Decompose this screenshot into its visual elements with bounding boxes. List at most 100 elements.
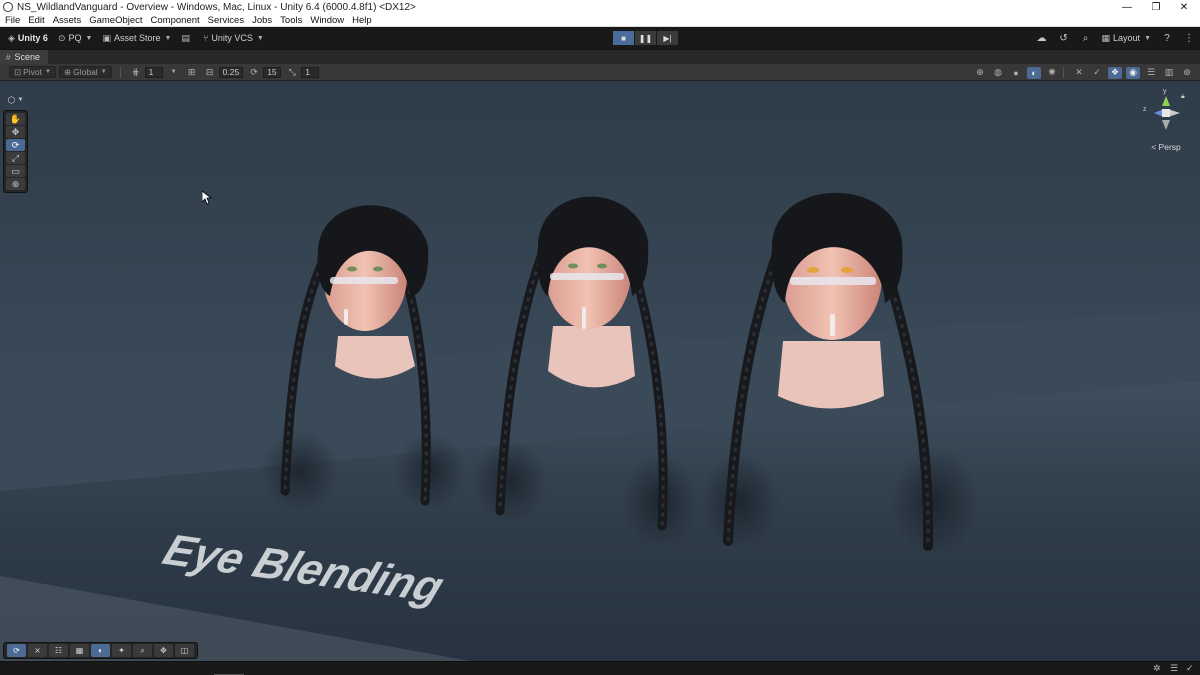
chevron-down-icon[interactable]: ▼ — [167, 66, 181, 78]
navmesh-icon[interactable]: ▦ — [70, 644, 89, 657]
menu-bar: File Edit Assets GameObject Component Se… — [0, 14, 1200, 27]
rotation-snap-field[interactable]: 15 — [263, 66, 282, 78]
orientation-icon[interactable]: ⊕ — [973, 67, 987, 79]
particle-icon[interactable]: ✦ — [112, 644, 131, 657]
hair-shadow — [472, 439, 548, 523]
status-bar: ✲ ☰ ✓ — [0, 661, 1200, 675]
visibility-icon[interactable]: ◉ — [1126, 66, 1140, 79]
move-tool-icon[interactable]: ✥ — [6, 126, 25, 138]
shaded-icon[interactable]: ● — [1009, 67, 1023, 79]
layout-dropdown[interactable]: ▦ Layout ▼ — [1097, 30, 1156, 46]
scale-snap-icon[interactable]: ⤡ — [285, 66, 299, 78]
step-button[interactable]: ▶| — [657, 31, 678, 45]
package-icon: ▤ — [181, 32, 190, 43]
rotate-tool-icon[interactable]: ⟳ — [6, 139, 25, 151]
refresh-icon[interactable]: ⟳ — [7, 644, 26, 657]
help-icon[interactable]: ? — [1156, 33, 1178, 44]
camera-settings-icon[interactable]: ▥ — [1162, 67, 1176, 79]
scale-tool-icon[interactable]: ⤢ — [6, 152, 25, 164]
chevron-down-icon: ▼ — [45, 69, 51, 75]
global-label: Global — [73, 67, 98, 77]
lighting-toggle-icon[interactable]: ✓ — [1090, 67, 1104, 79]
account-button[interactable]: ◈ Unity 6 — [3, 30, 53, 46]
minimize-button[interactable]: — — [1111, 0, 1143, 14]
unity-logo-icon — [3, 2, 13, 12]
scene-toolbar: ⊡ Pivot ▼ ⊕ Global ▼ ⋕ 1 ▼ ⊞ ⊟ 0.25 ⟳ 15… — [0, 64, 1200, 81]
cube-icon: ⬡ — [7, 94, 16, 105]
gizmo-z-label: z — [1143, 106, 1147, 113]
check-icon[interactable]: ✓ — [1186, 663, 1194, 674]
chevron-down-icon: ▼ — [17, 97, 24, 103]
scene-tab-bar: # Scene — [0, 49, 1200, 65]
increment-snap-icon[interactable]: ⊟ — [203, 66, 217, 78]
menu-jobs[interactable]: Jobs — [248, 15, 276, 26]
move-icon[interactable]: ✥ — [154, 644, 173, 657]
menu-help[interactable]: Help — [348, 15, 376, 26]
vcs-label: Unity VCS — [211, 33, 253, 43]
rotation-snap-icon[interactable]: ⟳ — [247, 66, 261, 78]
increment-snap-field[interactable]: 0.25 — [218, 66, 244, 78]
main-toolbar: ◈ Unity 6 ⊙ PQ ▼ ▣ Asset Store ▼ ▤ ⑂ Uni… — [0, 27, 1200, 49]
account-label: Unity 6 — [17, 33, 48, 43]
rect-tool-icon[interactable]: ▭ — [6, 165, 25, 177]
transform-tool-icon[interactable]: ⊛ — [6, 178, 25, 190]
overlay-toolbar: ⟳ ⨯ ☷ ▦ ◐ ✦ ⌕ ✥ ◫ — [3, 642, 198, 659]
2d-toggle-icon[interactable]: ✕ — [1072, 67, 1086, 79]
pause-button[interactable]: ❚❚ — [635, 31, 656, 45]
menu-assets[interactable]: Assets — [49, 15, 86, 26]
global-dropdown[interactable]: ⊕ Global ▼ — [58, 66, 112, 78]
pivot-dropdown[interactable]: ⊡ Pivot ▼ — [9, 66, 56, 78]
close-button[interactable]: ✕ — [1168, 0, 1200, 14]
hair-shadow — [700, 453, 780, 549]
chevron-down-icon: ▼ — [100, 69, 107, 75]
menu-window[interactable]: Window — [306, 15, 348, 26]
gizmo-y-label: y — [1163, 88, 1167, 95]
vcs-dropdown[interactable]: ⑂ Unity VCS ▼ — [198, 30, 269, 46]
vcs-icon: ⑂ — [202, 33, 209, 43]
zoom-icon[interactable]: ⌕ — [133, 644, 152, 657]
separator — [119, 66, 121, 78]
menu-edit[interactable]: Edit — [24, 15, 48, 26]
wireframe-shading-icon[interactable]: ◍ — [991, 67, 1005, 79]
asset-store-dropdown[interactable]: ▣ Asset Store ▼ — [97, 30, 176, 46]
menu-component[interactable]: Component — [147, 15, 204, 26]
debug-icon[interactable]: ✲ — [1153, 663, 1161, 674]
tab-scene[interactable]: # Scene — [0, 49, 48, 65]
search-icon[interactable]: ⌕ — [1075, 33, 1097, 44]
probe-icon[interactable]: ☷ — [49, 644, 68, 657]
projection-toggle[interactable]: < Persp — [1140, 142, 1192, 152]
menu-gameobject[interactable]: GameObject — [85, 15, 146, 26]
history-icon[interactable]: ↺ — [1053, 33, 1075, 44]
org-dropdown[interactable]: ⊙ PQ ▼ — [53, 30, 98, 46]
grid-icon: # — [6, 52, 11, 62]
hand-tool-icon[interactable]: ✋ — [6, 113, 25, 125]
asset-store-label: Asset Store — [113, 33, 161, 43]
snap-to-grid-icon[interactable]: ⊞ — [185, 66, 199, 78]
effects-toggle-icon[interactable]: ❖ — [1108, 66, 1122, 79]
package-button[interactable]: ▤ — [176, 30, 198, 46]
collider-icon[interactable]: ⨯ — [28, 644, 47, 657]
play-button[interactable]: ■ — [613, 31, 634, 45]
lock-icon[interactable]: 🔒︎ — [1181, 93, 1185, 101]
grid-snap-field[interactable]: 1 — [144, 66, 163, 78]
layers-icon[interactable]: ☰ — [1144, 67, 1158, 79]
shaded-wireframe-icon[interactable]: ◐ — [1027, 66, 1041, 79]
camera-icon[interactable]: ◫ — [175, 644, 194, 657]
window-title-bar: NS_WildlandVanguard - Overview - Windows… — [0, 0, 1200, 14]
progress-icon[interactable]: ☰ — [1170, 663, 1178, 674]
pivot-label: Pivot — [23, 67, 43, 77]
gizmos-icon[interactable]: ⊛ — [1180, 67, 1194, 79]
scale-snap-field[interactable]: 1 — [301, 66, 320, 78]
debug-mode-icon[interactable]: ✺ — [1045, 67, 1059, 79]
cloud-icon[interactable]: ☁ — [1031, 33, 1053, 44]
pivot-icon: ⊡ — [14, 66, 22, 77]
menu-tools[interactable]: Tools — [276, 15, 306, 26]
more-options-icon[interactable]: ⋮ — [1178, 33, 1200, 44]
view-options-dropdown[interactable]: ⬡ ▼ — [3, 92, 28, 108]
scene-viewport[interactable]: Eye Blending — [0, 81, 1200, 661]
menu-file[interactable]: File — [0, 15, 24, 26]
lighting-icon[interactable]: ◐ — [91, 644, 110, 657]
play-controls: ■ ❚❚ ▶| — [613, 31, 678, 45]
menu-services[interactable]: Services — [204, 15, 248, 26]
grid-snap-icon[interactable]: ⋕ — [129, 66, 143, 78]
